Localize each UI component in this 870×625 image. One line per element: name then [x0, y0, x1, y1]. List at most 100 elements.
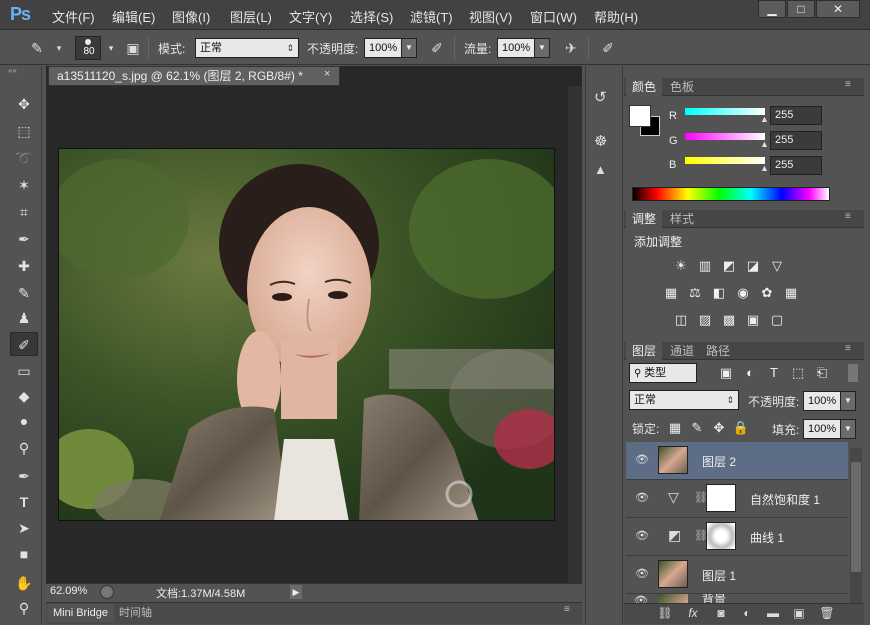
menu-help[interactable]: 帮助(H)	[594, 7, 638, 26]
opacity-input[interactable]: 100%	[364, 38, 402, 58]
brush-panel-toggle-icon[interactable]: ▣	[122, 37, 144, 59]
opacity-dropdown-icon[interactable]: ▼	[401, 38, 417, 58]
g-slider-track[interactable]	[685, 133, 765, 140]
maximize-button[interactable]: □	[787, 0, 815, 18]
r-slider-handle-icon[interactable]: ▲	[760, 114, 769, 124]
menu-type[interactable]: 文字(Y)	[289, 7, 332, 26]
b-slider-handle-icon[interactable]: ▲	[760, 163, 769, 173]
histogram-panel-icon[interactable]: ▲	[594, 162, 607, 177]
history-brush-tool-icon[interactable]: ✐	[10, 332, 38, 356]
chevron-down-icon[interactable]: ▾	[48, 37, 70, 59]
visibility-eye-icon[interactable]: 👁	[634, 567, 650, 581]
layer-opacity-dropdown-icon[interactable]: ▼	[840, 391, 856, 411]
trash-icon[interactable]: 🗑	[818, 605, 836, 621]
lock-transparent-icon[interactable]: ▦	[666, 420, 684, 436]
airbrush-icon[interactable]: ✈	[560, 37, 582, 59]
layer-row[interactable]: 👁 ▽ ⛓ 自然饱和度 1	[626, 480, 848, 518]
posterize-icon[interactable]: ▨	[696, 312, 714, 328]
zoom-tool-icon[interactable]: ⚲	[10, 596, 38, 620]
canvas-scrollbar[interactable]	[568, 86, 582, 583]
canvas-image[interactable]	[58, 148, 555, 521]
levels-icon[interactable]: ▥	[696, 258, 714, 274]
tab-mini-bridge[interactable]: Mini Bridge	[47, 604, 115, 622]
brightness-contrast-icon[interactable]: ☀	[672, 258, 690, 274]
channel-mixer-icon[interactable]: ✿	[758, 285, 776, 301]
r-slider-track[interactable]	[685, 108, 765, 115]
lasso-tool-icon[interactable]: ➰	[10, 146, 38, 170]
layer-filter-select[interactable]: ⚲ 类型	[629, 363, 697, 383]
menu-window[interactable]: 窗口(W)	[530, 7, 577, 26]
lock-all-icon[interactable]: 🔒	[732, 420, 750, 436]
threshold-icon[interactable]: ▩	[720, 312, 738, 328]
tab-timeline[interactable]: 时间轴	[113, 604, 158, 622]
black-white-icon[interactable]: ◧	[710, 285, 728, 301]
fill-dropdown-icon[interactable]: ▼	[840, 419, 856, 439]
menu-select[interactable]: 选择(S)	[350, 7, 393, 26]
panel-menu-icon[interactable]: ≡	[564, 604, 570, 615]
fx-icon[interactable]: fx	[684, 605, 702, 621]
layer-opacity-input[interactable]: 100%	[803, 391, 841, 411]
lock-image-icon[interactable]: ✎	[688, 420, 706, 436]
toolbox-collapse-icon[interactable]: ««	[8, 67, 40, 75]
color-lookup-icon[interactable]: ▦	[782, 285, 800, 301]
visibility-eye-icon[interactable]: 👁	[634, 453, 650, 467]
healing-brush-tool-icon[interactable]: ✚	[10, 254, 38, 278]
brush-tool-icon[interactable]: ✎	[10, 281, 38, 305]
gradient-map-icon[interactable]: ▢	[768, 312, 786, 328]
brush-picker-arrow-icon[interactable]: ▾	[100, 37, 122, 59]
blend-mode-select[interactable]: 正常 ⇕	[629, 390, 739, 410]
tab-styles[interactable]: 样式	[664, 210, 700, 228]
photo-filter-icon[interactable]: ◉	[734, 285, 752, 301]
move-tool-icon[interactable]: ✥	[10, 92, 38, 116]
tab-channels[interactable]: 通道	[664, 342, 700, 360]
status-arrow-icon[interactable]: ▶	[290, 585, 302, 599]
filter-pixel-icon[interactable]: ▣	[717, 365, 735, 381]
menu-filter[interactable]: 滤镜(T)	[410, 7, 453, 26]
pressure-opacity-icon[interactable]: ✐	[426, 37, 448, 59]
panel-menu-icon[interactable]: ≡	[845, 79, 851, 90]
layer-row[interactable]: 👁 ◩ ⛓ 曲线 1	[626, 518, 848, 556]
marquee-tool-icon[interactable]: ⬚	[10, 119, 38, 143]
minimize-button[interactable]: ▁	[758, 0, 786, 18]
menu-image[interactable]: 图像(I)	[172, 7, 210, 26]
tab-adjustments[interactable]: 调整	[626, 210, 663, 228]
b-slider-track[interactable]	[685, 157, 765, 164]
filter-smart-object-icon[interactable]: ⎗	[813, 365, 831, 381]
hand-tool-icon[interactable]: ✋	[10, 571, 38, 595]
close-tab-icon[interactable]: ×	[324, 68, 330, 80]
menu-file[interactable]: 文件(F)	[52, 7, 95, 26]
filter-adjustment-icon[interactable]: ◐	[741, 365, 759, 381]
paint-bucket-tool-icon[interactable]: ◆	[10, 384, 38, 408]
history-panel-icon[interactable]: ↺	[594, 88, 607, 106]
pen-tool-icon[interactable]: ✒	[10, 464, 38, 488]
menu-view[interactable]: 视图(V)	[469, 7, 512, 26]
mode-select[interactable]: 正常 ⇕	[195, 38, 299, 58]
close-button[interactable]: ✕	[816, 0, 860, 18]
filter-toggle[interactable]	[848, 364, 858, 382]
b-value-input[interactable]: 255	[770, 156, 822, 175]
brush-size-preview[interactable]: 80	[75, 36, 101, 60]
blur-tool-icon[interactable]: ●	[10, 409, 38, 433]
tab-paths[interactable]: 路径	[700, 342, 736, 360]
tab-color[interactable]: 颜色	[626, 78, 663, 96]
layer-row[interactable]: 👁 图层 2	[626, 442, 848, 480]
navigator-panel-icon[interactable]: ☸	[594, 132, 607, 150]
flow-dropdown-icon[interactable]: ▼	[534, 38, 550, 58]
rectangle-tool-icon[interactable]: ■	[10, 542, 38, 566]
layer-row[interactable]: 👁 图层 1	[626, 556, 848, 594]
curves-icon[interactable]: ◩	[720, 258, 738, 274]
eyedropper-tool-icon[interactable]: ✒	[10, 227, 38, 251]
vibrance-icon[interactable]: ▽	[768, 258, 786, 274]
menu-edit[interactable]: 编辑(E)	[112, 7, 155, 26]
dodge-tool-icon[interactable]: ⚲	[10, 436, 38, 460]
flow-input[interactable]: 100%	[497, 38, 535, 58]
invert-icon[interactable]: ◫	[672, 312, 690, 328]
clone-stamp-tool-icon[interactable]: ♟	[10, 306, 38, 330]
exposure-icon[interactable]: ◪	[744, 258, 762, 274]
link-layers-icon[interactable]: ⛓	[656, 605, 674, 621]
selective-color-icon[interactable]: ▣	[744, 312, 762, 328]
brush-tool-preset-icon[interactable]: ✎	[26, 37, 48, 59]
lock-position-icon[interactable]: ✥	[710, 420, 728, 436]
color-spectrum-bar[interactable]	[632, 187, 830, 201]
visibility-eye-icon[interactable]: 👁	[634, 491, 650, 505]
